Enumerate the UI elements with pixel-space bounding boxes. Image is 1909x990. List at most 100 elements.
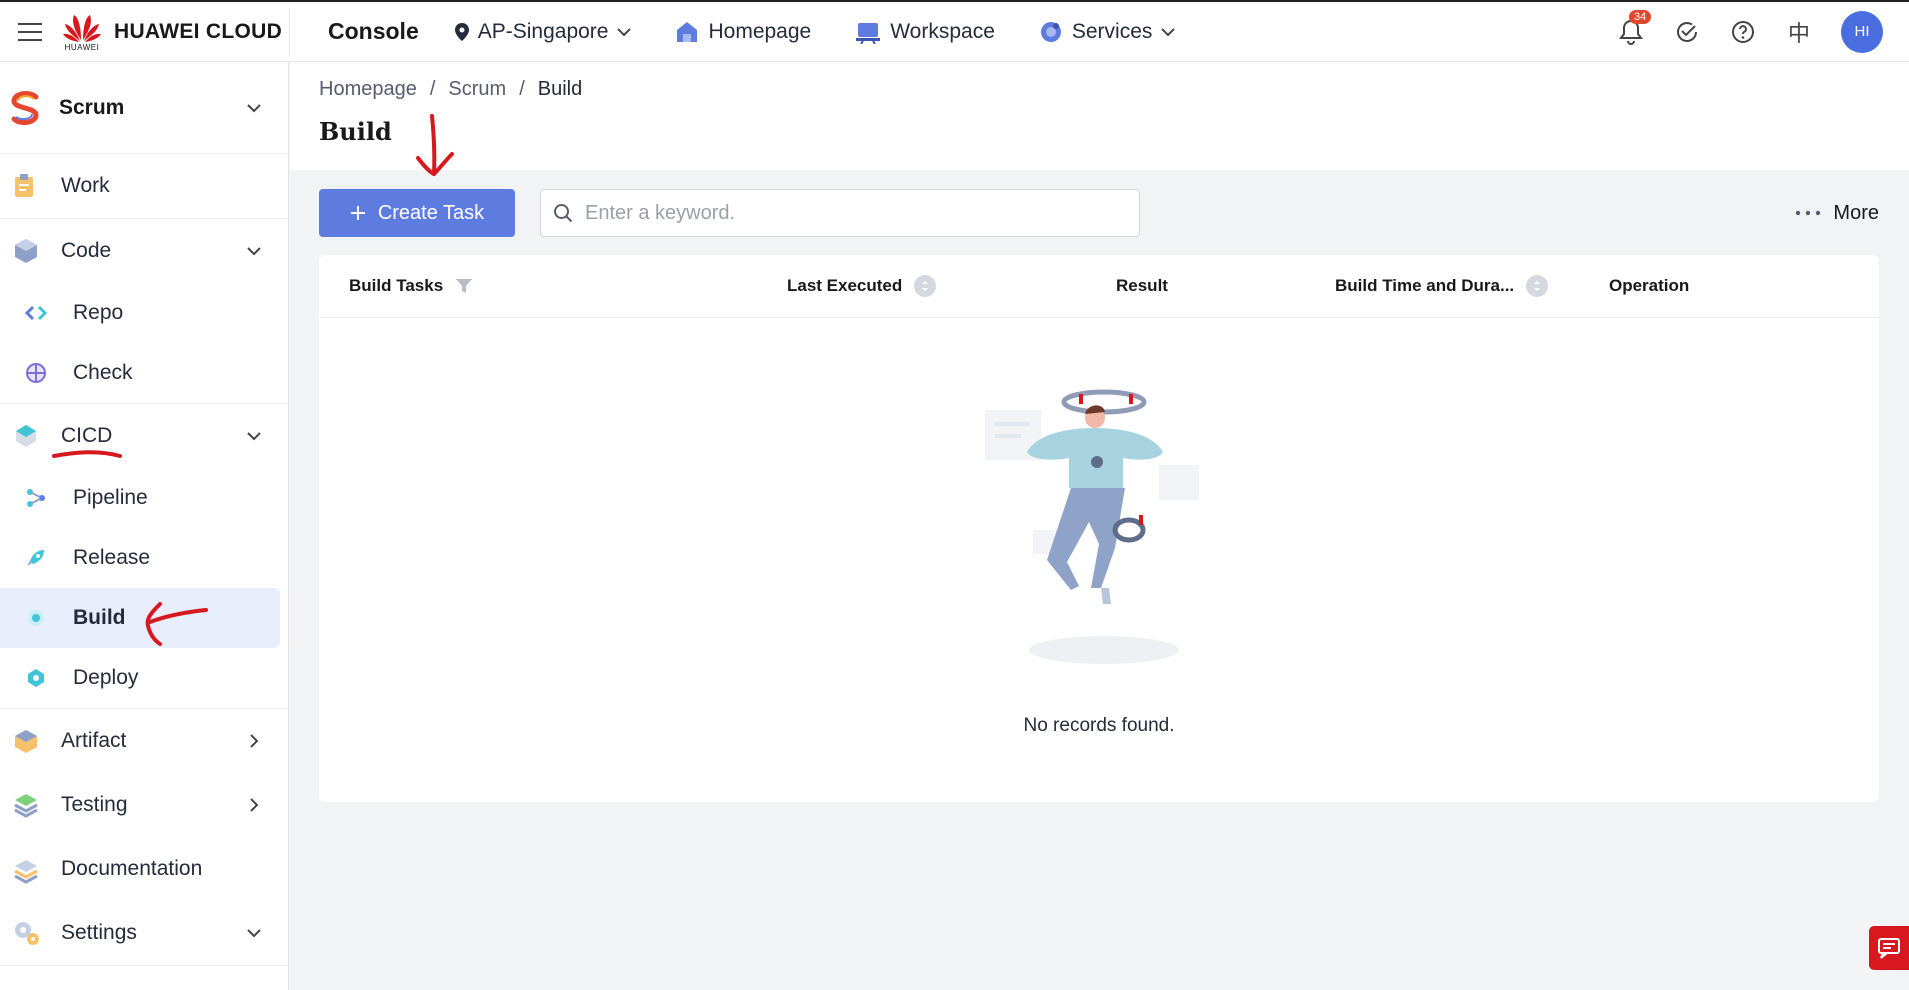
- project-selector[interactable]: Scrum: [0, 62, 288, 154]
- plus-icon: [350, 206, 365, 220]
- todo-button[interactable]: [1673, 18, 1701, 46]
- brand-small-text: HUAWEI: [64, 42, 100, 52]
- sidebar-item-deploy[interactable]: Deploy: [0, 648, 288, 708]
- sidebar-item-label: Work: [61, 174, 110, 197]
- sidebar-item-settings[interactable]: Settings: [0, 901, 288, 965]
- empty-state: No records found.: [319, 380, 1879, 737]
- sidebar-item-testing[interactable]: Testing: [0, 773, 288, 837]
- column-result: Result: [1116, 276, 1168, 296]
- work-icon: [15, 174, 33, 197]
- chevron-down-icon: [247, 247, 261, 256]
- sidebar-item-label: Settings: [61, 921, 137, 944]
- build-icon: [28, 610, 44, 626]
- chat-icon: [1878, 938, 1900, 959]
- check-circle-icon: [1677, 21, 1697, 42]
- location-pin-icon: [454, 22, 469, 41]
- feedback-button[interactable]: [1869, 926, 1909, 970]
- more-label: More: [1833, 201, 1879, 224]
- workspace-nav[interactable]: Workspace: [855, 20, 995, 44]
- chevron-down-icon: [247, 432, 261, 441]
- avatar[interactable]: HI: [1841, 10, 1883, 53]
- column-label: Build Tasks: [349, 276, 444, 295]
- check-icon: [26, 363, 46, 383]
- breadcrumb-separator: /: [429, 78, 436, 100]
- sidebar-item-label: Pipeline: [73, 486, 148, 509]
- sidebar-item-label: Documentation: [61, 857, 203, 880]
- sidebar-item-release[interactable]: Release: [0, 528, 288, 588]
- column-label: Last Executed: [787, 276, 903, 295]
- artifact-icon: [15, 730, 37, 753]
- home-icon: [677, 21, 698, 42]
- notification-badge: 34: [1629, 9, 1652, 24]
- homepage-label: Homepage: [708, 19, 812, 43]
- menu-icon[interactable]: [0, 2, 60, 62]
- pipeline-icon: [27, 489, 45, 507]
- column-label: Operation: [1609, 276, 1690, 295]
- sort-icon[interactable]: [1526, 275, 1549, 297]
- sidebar-item-label: Check: [73, 361, 133, 384]
- notification-bell[interactable]: 34: [1617, 9, 1652, 46]
- workspace-label: Workspace: [890, 19, 995, 43]
- sidebar: Scrum Work Code Repo Check CICD Pipeline…: [0, 62, 289, 990]
- language-switch[interactable]: 中: [1785, 18, 1813, 46]
- breadcrumb-project[interactable]: Scrum: [448, 78, 506, 101]
- console-link[interactable]: Console: [328, 18, 419, 45]
- search-input[interactable]: [585, 201, 1139, 225]
- services-nav[interactable]: Services: [1039, 20, 1176, 44]
- help-icon: [1732, 20, 1754, 43]
- sidebar-item-label: Repo: [73, 301, 124, 324]
- region-selector[interactable]: AP-Singapore: [454, 19, 632, 44]
- breadcrumb-current: Build: [537, 78, 583, 100]
- sidebar-item-pipeline[interactable]: Pipeline: [0, 468, 288, 528]
- sidebar-item-documentation[interactable]: Documentation: [0, 837, 288, 901]
- column-build-time: Build Time and Dura...: [1335, 275, 1549, 297]
- main-content: Homepage / Scrum / Build Build Create Ta…: [290, 62, 1909, 990]
- column-last-executed: Last Executed: [787, 275, 937, 297]
- table-header: Build Tasks Last Executed Result Build T…: [319, 255, 1879, 318]
- documentation-icon: [14, 860, 38, 884]
- sidebar-item-label: Release: [73, 546, 151, 569]
- column-label: Result: [1116, 276, 1168, 295]
- breadcrumb-homepage[interactable]: Homepage: [319, 78, 417, 101]
- sidebar-item-cicd[interactable]: CICD: [0, 404, 288, 468]
- homepage-nav[interactable]: Homepage: [675, 20, 811, 44]
- chevron-down-icon: [617, 27, 632, 36]
- sidebar-item-build[interactable]: Build: [0, 588, 280, 648]
- services-icon: [1040, 21, 1061, 42]
- chevron-right-icon: [250, 798, 259, 812]
- huawei-logo-icon: [63, 14, 101, 42]
- sidebar-item-label: Testing: [61, 793, 128, 816]
- breadcrumb: Homepage / Scrum / Build: [319, 62, 1909, 101]
- empty-state-illustration: [985, 389, 1199, 664]
- sidebar-item-label: Artifact: [61, 729, 127, 752]
- project-name: Scrum: [59, 95, 125, 119]
- sidebar-item-artifact[interactable]: Artifact: [0, 709, 288, 773]
- settings-icon: [15, 922, 39, 945]
- search-icon: [554, 204, 573, 223]
- region-label: AP-Singapore: [477, 19, 609, 43]
- repo-icon: [25, 305, 47, 321]
- sidebar-item-code[interactable]: Code: [0, 219, 288, 283]
- create-task-button[interactable]: Create Task: [319, 189, 515, 237]
- cicd-icon: [16, 425, 36, 447]
- sidebar-item-check[interactable]: Check: [0, 343, 288, 403]
- build-tasks-table: Build Tasks Last Executed Result Build T…: [319, 255, 1879, 802]
- sidebar-item-work[interactable]: Work: [0, 154, 288, 218]
- chevron-down-icon: [1161, 27, 1176, 36]
- help-button[interactable]: [1729, 18, 1757, 46]
- filter-icon[interactable]: [455, 277, 473, 295]
- sidebar-item-label: CICD: [61, 424, 113, 447]
- empty-state-text: No records found.: [1023, 715, 1175, 736]
- breadcrumb-separator: /: [519, 78, 525, 100]
- page-header: Homepage / Scrum / Build Build: [290, 62, 1909, 170]
- more-button[interactable]: More: [1795, 202, 1879, 225]
- sidebar-item-repo[interactable]: Repo: [0, 283, 288, 343]
- sidebar-item-label: Deploy: [73, 666, 139, 689]
- testing-icon: [14, 794, 38, 818]
- sort-icon[interactable]: [914, 275, 937, 297]
- toolbar: Create Task More: [319, 189, 1879, 237]
- release-icon: [27, 550, 44, 566]
- huawei-cloud-logo[interactable]: HUAWEI HUAWEI CLOUD: [60, 7, 290, 56]
- chevron-right-icon: [250, 734, 259, 748]
- language-label: 中: [1787, 20, 1810, 46]
